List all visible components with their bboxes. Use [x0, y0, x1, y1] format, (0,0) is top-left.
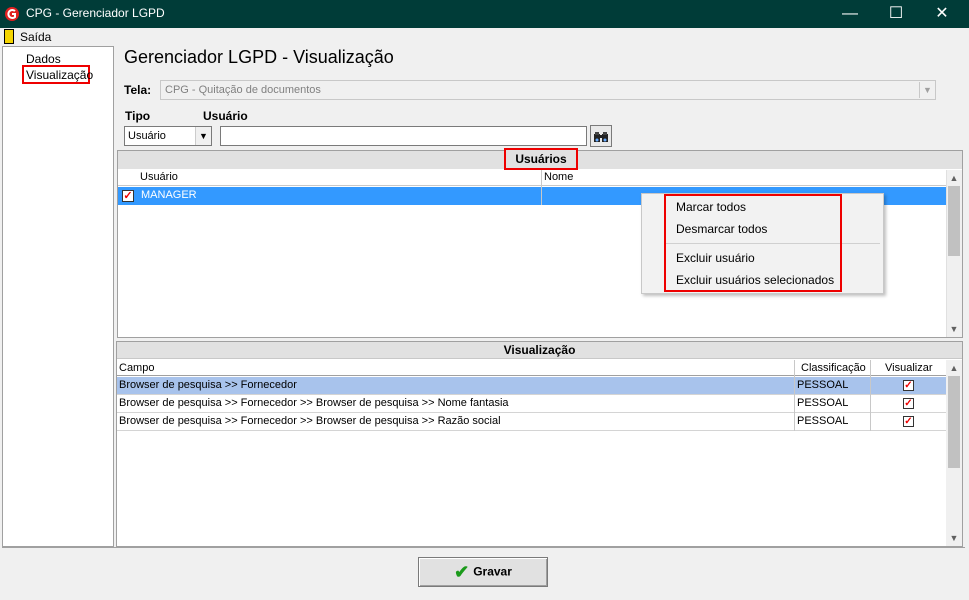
binoculars-icon	[594, 131, 608, 142]
maximize-button[interactable]: ☐	[873, 0, 919, 28]
scrollbar-thumb[interactable]	[948, 376, 960, 468]
visualizar-checkbox[interactable]: ✓	[903, 380, 914, 391]
chevron-down-icon[interactable]: ▼	[195, 127, 211, 145]
search-user-button[interactable]	[590, 125, 612, 147]
row-checkbox[interactable]: ✓	[122, 190, 134, 202]
column-header-usuario[interactable]: Usuário	[140, 171, 178, 183]
column-header-nome[interactable]: Nome	[544, 171, 573, 183]
user-usuario-cell: MANAGER	[141, 189, 197, 201]
chevron-up-icon[interactable]: ▲	[946, 361, 962, 375]
column-header-classificacao[interactable]: Classificação	[801, 362, 866, 374]
campo-cell: Browser de pesquisa >> Fornecedor >> Bro…	[119, 415, 501, 427]
nav-tree	[2, 46, 114, 547]
column-header-campo[interactable]: Campo	[119, 362, 154, 374]
save-button[interactable]: ✔ Gravar	[418, 557, 548, 587]
classificacao-cell: PESSOAL	[797, 397, 849, 409]
chevron-down-icon[interactable]: ▼	[946, 531, 962, 545]
column-divider	[794, 360, 795, 431]
menu-bar	[0, 28, 969, 46]
tipo-label: Tipo	[125, 109, 151, 123]
nav-item-dados[interactable]: Dados	[26, 52, 61, 66]
app-logo-icon	[5, 7, 19, 21]
page-title: Gerenciador LGPD - Visualização	[124, 47, 394, 67]
users-column-header	[118, 170, 946, 186]
column-divider	[870, 360, 871, 431]
save-button-label: Gravar	[473, 564, 512, 579]
exit-door-icon[interactable]	[4, 29, 14, 44]
checkmark-icon: ✔	[454, 561, 470, 582]
annotation-highlight	[664, 194, 842, 292]
scrollbar-thumb[interactable]	[948, 186, 960, 256]
tela-select[interactable]: CPG - Quitação de documentos	[160, 80, 936, 100]
visualizacao-section-title: Visualização	[117, 342, 962, 359]
visualizar-checkbox[interactable]: ✓	[903, 398, 914, 409]
menu-exit[interactable]: Saída	[20, 30, 51, 44]
column-divider	[541, 170, 542, 205]
tela-label: Tela:	[124, 83, 152, 97]
chevron-up-icon[interactable]: ▲	[946, 171, 962, 185]
nav-item-visualizacao[interactable]: Visualização	[22, 65, 93, 84]
close-button[interactable]: ✕	[919, 0, 965, 28]
campo-cell: Browser de pesquisa >> Fornecedor	[119, 379, 297, 391]
chevron-down-icon[interactable]: ▼	[946, 322, 962, 336]
classificacao-cell: PESSOAL	[797, 379, 849, 391]
usuario-label: Usuário	[203, 109, 248, 123]
window-title: CPG - Gerenciador LGPD	[26, 6, 165, 20]
chevron-down-icon[interactable]: ▼	[919, 82, 935, 98]
visualizar-checkbox[interactable]: ✓	[903, 416, 914, 427]
classificacao-cell: PESSOAL	[797, 415, 849, 427]
users-section-title: Usuários	[504, 148, 578, 170]
column-header-visualizar[interactable]: Visualizar	[885, 362, 933, 374]
campo-cell: Browser de pesquisa >> Fornecedor >> Bro…	[119, 397, 509, 409]
usuario-input[interactable]	[220, 126, 587, 146]
minimize-button[interactable]: —	[827, 0, 873, 28]
